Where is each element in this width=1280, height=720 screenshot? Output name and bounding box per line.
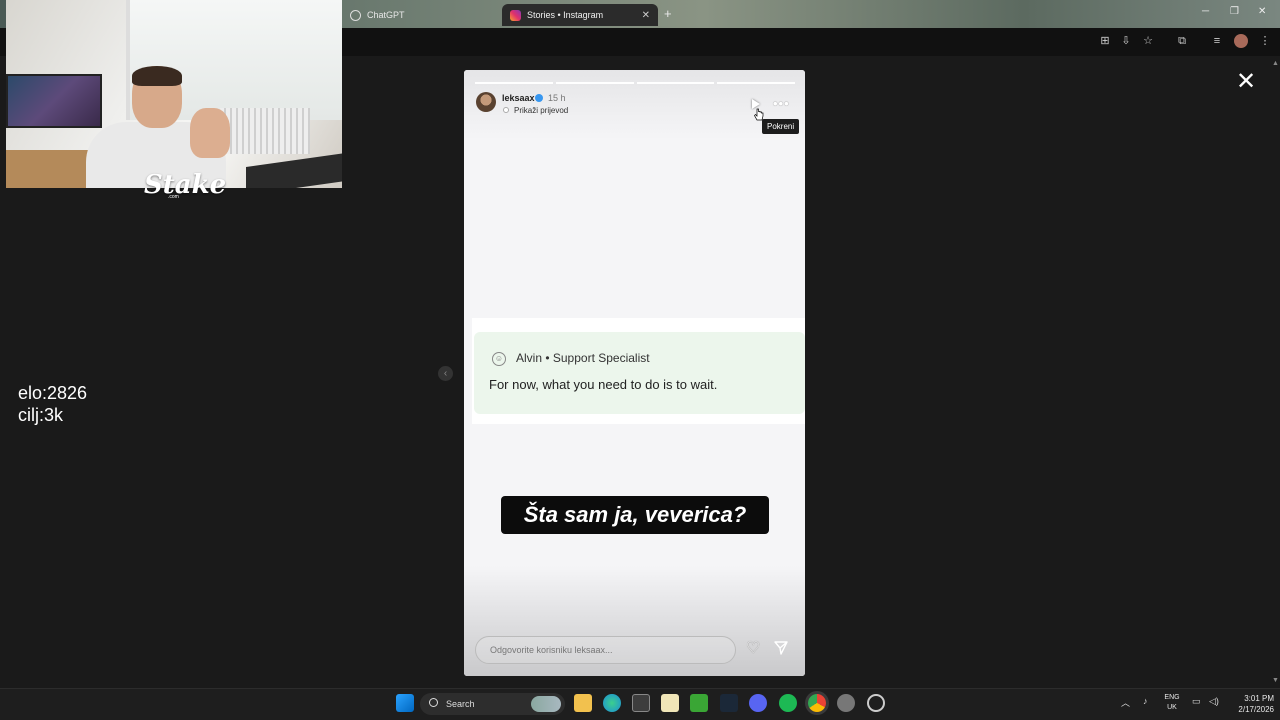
goal-line: cilj:3k [18,405,64,425]
window-close-icon[interactable]: ✕ [1258,6,1266,17]
chatgpt-icon [350,9,361,21]
language-code: ENG [1164,694,1180,701]
spotify-icon[interactable] [779,694,797,712]
stake-logo: Stake [144,170,227,200]
volume-icon[interactable]: ◁) [1209,696,1219,707]
reply-input[interactable]: Odgovorite korisniku leksaax... [475,636,736,664]
layout-code: UK [1167,704,1177,711]
story-caption: Šta sam ja, veverica? [501,496,769,534]
tray-chevron-icon[interactable]: ︿ [1121,696,1130,709]
progress-segment [717,82,795,84]
app-icon[interactable] [867,694,885,712]
hand-cursor-icon [754,108,764,121]
chat-message-card [474,332,805,414]
story-viewer: leksaax 15 h Prikaži prijevod ••• Pokren… [464,70,805,676]
avatar[interactable] [476,92,496,112]
story-progress-bar [475,82,795,84]
elo-overlay: elo:2826 cilj:3k [18,382,87,426]
install-icon[interactable]: ⇩ [1119,34,1133,48]
pen-app-icon[interactable] [661,694,679,712]
steam-icon[interactable] [720,694,738,712]
scroll-down-icon[interactable]: ▼ [1272,677,1279,684]
settings-icon[interactable] [837,694,855,712]
elo-line: elo:2826 [18,383,88,403]
close-story-button[interactable]: ✕ [1236,70,1256,94]
tab-label: Stories • Instagram [527,10,604,20]
clock-time: 3:01 PM [1244,694,1274,703]
tab-chatgpt[interactable]: ChatGPT [342,4,500,26]
menu-icon[interactable]: ⋮ [1258,34,1272,48]
system-clock[interactable]: 3:01 PM 2/17/2026 [1224,693,1274,715]
language-indicator[interactable]: ENG UK [1160,693,1184,713]
progress-segment [636,82,715,84]
send-icon[interactable] [774,641,788,655]
minimize-icon[interactable]: ─ [1202,6,1209,17]
network-icon[interactable]: ▭ [1192,696,1201,707]
previous-story-button[interactable]: ‹ [438,366,453,381]
story-time: 15 h [548,93,566,103]
progress-segment [555,82,634,84]
instagram-icon [510,9,521,21]
discord-icon[interactable] [749,694,767,712]
maximize-icon[interactable]: ❐ [1230,6,1239,17]
store-icon[interactable] [632,694,650,712]
media-icon[interactable]: ≡ [1210,34,1224,48]
minecraft-icon[interactable] [690,694,708,712]
tab-close-icon[interactable]: ✕ [642,10,650,21]
progress-segment [475,82,553,84]
story-username[interactable]: leksaax [502,93,535,103]
verified-badge-icon [535,94,543,102]
agent-message: For now, what you need to do is to wait. [489,377,718,392]
scrollbar[interactable]: ▲ ▼ [1270,56,1280,688]
taskbar-search-label: Search [446,699,475,709]
show-translation-link[interactable]: Prikaži prijevod [514,106,568,115]
star-icon[interactable]: ☆ [1141,34,1155,48]
stake-logo-sub: .com [168,194,179,200]
translate-icon[interactable]: ⊞ [1098,34,1112,48]
edge-icon[interactable] [603,694,621,712]
windows-start-icon[interactable] [396,694,414,712]
chrome-icon[interactable] [808,694,826,712]
extensions-icon[interactable]: ⧉ [1175,34,1189,48]
tab-instagram-stories[interactable]: Stories • Instagram ✕ [502,4,658,26]
taskbar-search[interactable]: Search [420,693,565,715]
tab-label: ChatGPT [367,10,405,20]
more-icon[interactable]: ••• [773,96,790,111]
file-explorer-icon[interactable] [574,694,592,712]
clock-date: 2/17/2026 [1238,705,1274,714]
streamer-hair [132,66,182,86]
play-tooltip: Pokreni [762,119,800,134]
webcam-overlay [6,0,342,188]
new-tab-button[interactable]: + [664,6,672,21]
streamer-hand [190,108,230,158]
profile-icon[interactable] [1234,34,1248,48]
microphone-icon[interactable]: ♪ [1143,696,1148,706]
agent-name: Alvin • Support Specialist [516,351,650,365]
support-agent-icon: ☺ [492,352,506,366]
search-highlight-icon [531,696,561,712]
scroll-up-icon[interactable]: ▲ [1272,60,1279,67]
webcam-screen [246,152,342,188]
heart-icon[interactable]: ♡ [746,641,760,657]
translate-icon [503,107,509,113]
search-icon [429,698,438,707]
